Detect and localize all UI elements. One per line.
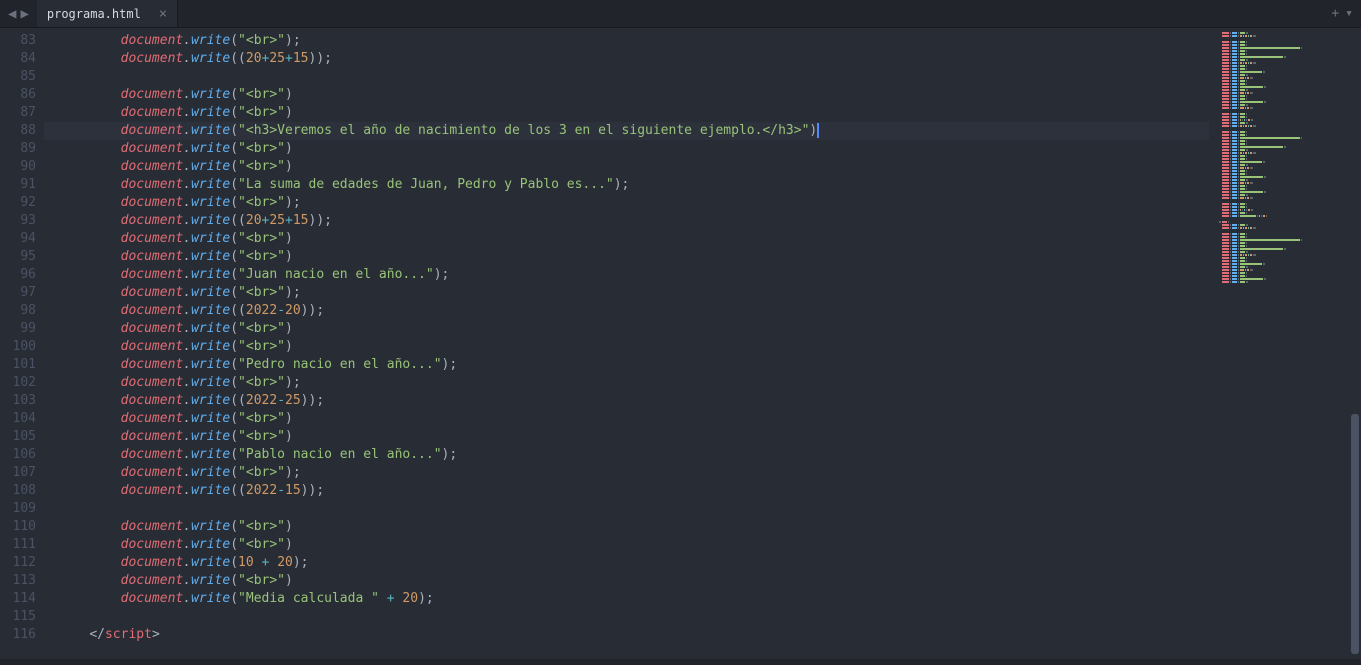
line-number: 90 [0, 158, 36, 176]
line-number: 103 [0, 392, 36, 410]
code-line[interactable]: document.write("<br>") [44, 410, 1209, 428]
line-number: 116 [0, 626, 36, 644]
code-line[interactable]: document.write("<br>") [44, 248, 1209, 266]
code-line[interactable] [44, 500, 1209, 518]
line-number: 88 [0, 122, 36, 140]
line-number: 107 [0, 464, 36, 482]
line-number: 83 [0, 32, 36, 50]
tab-actions: + ▾ [1331, 0, 1361, 27]
code-line[interactable]: document.write((2022-25)); [44, 392, 1209, 410]
line-number: 113 [0, 572, 36, 590]
line-number: 108 [0, 482, 36, 500]
tab-close-icon[interactable]: × [159, 6, 167, 22]
code-line[interactable]: document.write((2022-20)); [44, 302, 1209, 320]
new-tab-icon[interactable]: + [1331, 6, 1339, 21]
line-number: 92 [0, 194, 36, 212]
line-number: 89 [0, 140, 36, 158]
editor: 8384858687888990919293949596979899100101… [0, 28, 1361, 659]
line-number: 95 [0, 248, 36, 266]
code-line[interactable]: document.write("<br>") [44, 338, 1209, 356]
line-number: 99 [0, 320, 36, 338]
code-area[interactable]: document.write("<br>"); document.write((… [44, 28, 1209, 659]
line-number: 114 [0, 590, 36, 608]
code-line[interactable]: document.write("La suma de edades de Jua… [44, 176, 1209, 194]
code-line[interactable]: document.write("<br>") [44, 104, 1209, 122]
code-line[interactable]: document.write("<br>") [44, 518, 1209, 536]
line-number: 109 [0, 500, 36, 518]
code-line[interactable]: document.write("<h3>Veremos el año de na… [44, 122, 1209, 140]
code-line[interactable]: document.write("<br>"); [44, 284, 1209, 302]
code-line[interactable]: </script> [44, 626, 1209, 644]
line-number: 105 [0, 428, 36, 446]
tab-bar: ◀ ▶ programa.html × + ▾ [0, 0, 1361, 28]
code-line[interactable]: document.write("<br>") [44, 140, 1209, 158]
text-cursor [817, 123, 819, 138]
line-number: 87 [0, 104, 36, 122]
code-line[interactable]: document.write("Juan nacio en el año..."… [44, 266, 1209, 284]
code-line[interactable]: document.write("<br>") [44, 158, 1209, 176]
line-number: 111 [0, 536, 36, 554]
line-number: 110 [0, 518, 36, 536]
code-line[interactable]: document.write("<br>") [44, 86, 1209, 104]
line-number: 104 [0, 410, 36, 428]
line-number: 97 [0, 284, 36, 302]
code-line[interactable]: document.write("<br>") [44, 572, 1209, 590]
code-line[interactable]: document.write(10 + 20); [44, 554, 1209, 572]
line-number: 101 [0, 356, 36, 374]
code-line[interactable] [44, 608, 1209, 626]
line-number: 98 [0, 302, 36, 320]
code-line[interactable]: document.write("<br>"); [44, 194, 1209, 212]
nav-back-icon[interactable]: ◀ [6, 6, 18, 22]
code-line[interactable]: document.write("Pedro nacio en el año...… [44, 356, 1209, 374]
line-number: 93 [0, 212, 36, 230]
code-line[interactable]: document.write("<br>"); [44, 374, 1209, 392]
vertical-scrollbar[interactable] [1349, 28, 1361, 659]
tab-programa-html[interactable]: programa.html × [37, 0, 178, 27]
tab-dropdown-icon[interactable]: ▾ [1345, 6, 1353, 21]
code-line[interactable]: document.write("<br>"); [44, 32, 1209, 50]
bottom-bar [0, 659, 1361, 665]
code-line[interactable]: document.write("<br>") [44, 320, 1209, 338]
line-number: 96 [0, 266, 36, 284]
nav-arrows: ◀ ▶ [0, 0, 37, 27]
code-line[interactable]: document.write("Media calculada " + 20); [44, 590, 1209, 608]
line-number: 86 [0, 86, 36, 104]
code-line[interactable] [44, 68, 1209, 86]
line-number: 84 [0, 50, 36, 68]
minimap[interactable] [1209, 28, 1349, 659]
tab-filename: programa.html [47, 7, 141, 21]
code-line[interactable]: document.write("<br>"); [44, 464, 1209, 482]
code-line[interactable]: document.write((2022-15)); [44, 482, 1209, 500]
line-number: 112 [0, 554, 36, 572]
line-number-gutter: 8384858687888990919293949596979899100101… [0, 28, 44, 659]
line-number: 115 [0, 608, 36, 626]
code-line[interactable]: document.write((20+25+15)); [44, 50, 1209, 68]
line-number: 100 [0, 338, 36, 356]
code-line[interactable]: document.write("<br>") [44, 536, 1209, 554]
nav-forward-icon[interactable]: ▶ [18, 6, 30, 22]
code-line[interactable]: document.write("<br>") [44, 230, 1209, 248]
line-number: 106 [0, 446, 36, 464]
line-number: 94 [0, 230, 36, 248]
scrollbar-thumb[interactable] [1351, 414, 1359, 654]
code-line[interactable]: document.write("<br>") [44, 428, 1209, 446]
code-line[interactable]: document.write((20+25+15)); [44, 212, 1209, 230]
code-line[interactable]: document.write("Pablo nacio en el año...… [44, 446, 1209, 464]
line-number: 102 [0, 374, 36, 392]
line-number: 91 [0, 176, 36, 194]
line-number: 85 [0, 68, 36, 86]
